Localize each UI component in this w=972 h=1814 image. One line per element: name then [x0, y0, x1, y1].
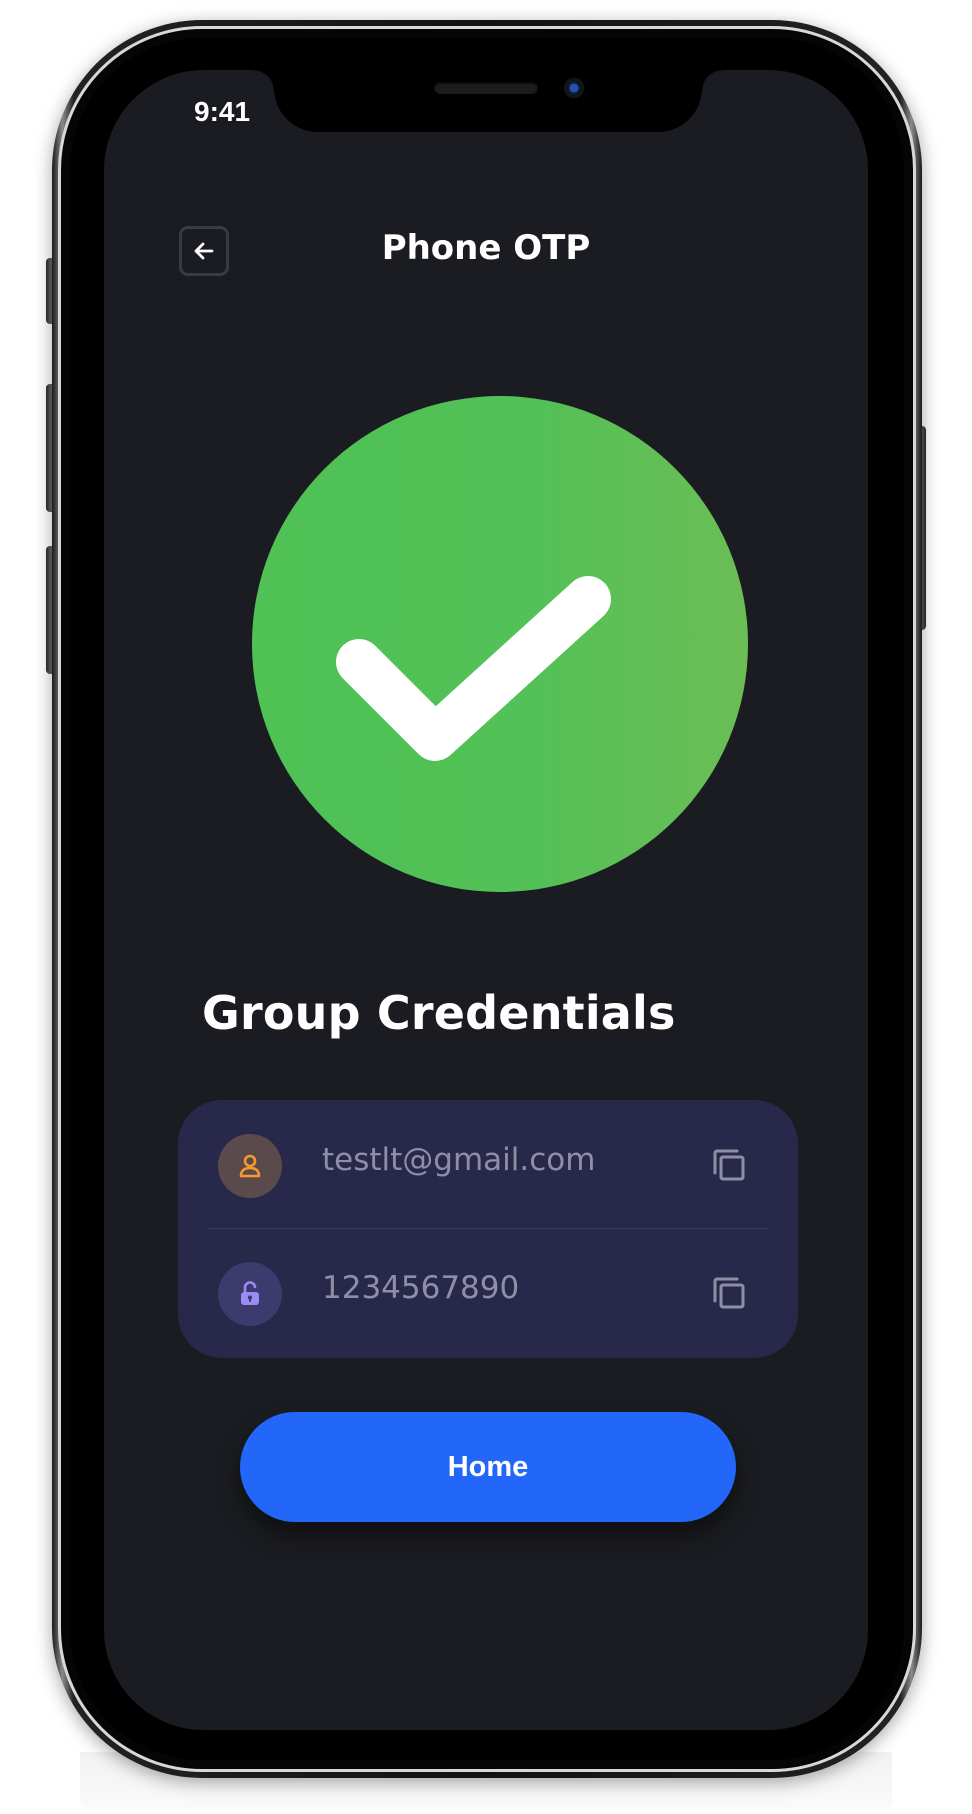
notch — [274, 70, 702, 132]
credentials-card: testlt@gmail.com 1234567890 — [178, 1100, 798, 1358]
unlock-icon — [241, 1281, 259, 1305]
lock-avatar — [218, 1262, 282, 1326]
copy-icon — [713, 1277, 745, 1309]
copy-password-button[interactable] — [708, 1272, 750, 1314]
checkmark-icon — [336, 576, 611, 761]
password-value: 1234567890 — [322, 1270, 520, 1306]
user-icon — [239, 1154, 261, 1178]
email-value: testlt@gmail.com — [322, 1142, 596, 1178]
front-camera — [564, 78, 584, 98]
earpiece-speaker — [434, 82, 538, 94]
user-avatar — [218, 1134, 282, 1198]
phone-screen: 9:41 Phone OTP Group Credentials testlt@… — [104, 70, 868, 1730]
credential-row-password: 1234567890 — [178, 1228, 798, 1356]
home-button[interactable]: Home — [240, 1412, 736, 1522]
copy-email-button[interactable] — [708, 1144, 750, 1186]
success-indicator — [252, 396, 748, 892]
credentials-title: Group Credentials — [202, 986, 676, 1040]
notch-corner-left — [254, 70, 274, 90]
copy-icon — [713, 1149, 745, 1181]
page-title: Phone OTP — [381, 228, 591, 268]
status-bar-time: 9:41 — [194, 96, 251, 127]
notch-corner-right — [702, 70, 722, 90]
credential-row-email: testlt@gmail.com — [178, 1100, 798, 1228]
